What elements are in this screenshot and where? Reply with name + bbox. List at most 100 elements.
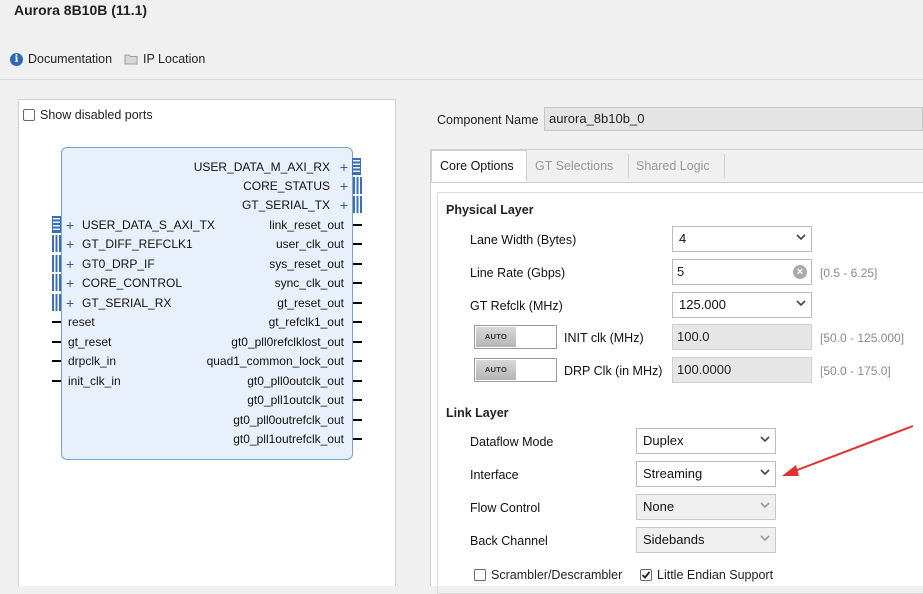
port-stub	[353, 380, 362, 382]
expand-plus-icon[interactable]: +	[66, 237, 74, 251]
bus-connector-icon	[352, 158, 361, 175]
lane-width-label: Lane Width (Bytes)	[470, 233, 577, 247]
flow-control-value: None	[643, 499, 675, 514]
port-stub	[52, 380, 61, 382]
checkbox-box[interactable]	[640, 569, 652, 581]
port-stub	[353, 399, 362, 401]
lane-width-select[interactable]: 4	[672, 226, 812, 252]
bus-connector-icon	[353, 196, 362, 213]
back-channel-value: Sidebands	[643, 532, 705, 547]
expand-plus-icon[interactable]: +	[66, 276, 74, 290]
component-name-input[interactable]: aurora_8b10b_0	[544, 107, 923, 131]
ip-location-label: IP Location	[143, 52, 206, 66]
pin-quad1-common-lock-out: quad1_common_lock_out	[206, 354, 344, 368]
pin-gt0-pll0refclklost-out: gt0_pll0refclklost_out	[231, 335, 344, 349]
pin-gt-reset-out: gt_reset_out	[277, 296, 344, 310]
pin-core-status: CORE_STATUS	[243, 179, 330, 193]
line-rate-input[interactable]: 5 ×	[672, 259, 812, 285]
pin-gt0-pll0outrefclk-out: gt0_pll0outrefclk_out	[233, 413, 344, 427]
checkmark-icon	[641, 571, 651, 579]
pin-gt0-pll1outclk-out: gt0_pll1outclk_out	[247, 393, 344, 407]
line-rate-label: Line Rate (Gbps)	[470, 266, 566, 280]
pin-reset: reset	[68, 315, 95, 329]
expand-plus-icon[interactable]: +	[66, 296, 74, 310]
back-channel-select[interactable]: Sidebands	[636, 527, 776, 553]
port-stub	[52, 360, 61, 362]
port-stub	[353, 341, 362, 343]
pin-sync-clk-out: sync_clk_out	[274, 276, 344, 290]
auto-toggle-knob: AUTO	[476, 327, 516, 347]
drp-clk-input[interactable]: 100.0000	[672, 357, 812, 383]
clear-icon[interactable]: ×	[793, 265, 807, 279]
tab-shared-logic[interactable]: Shared Logic	[628, 150, 718, 182]
port-stub	[353, 282, 362, 284]
bus-connector-icon	[52, 235, 61, 252]
port-stub	[52, 321, 61, 323]
flow-control-label: Flow Control	[470, 501, 541, 515]
show-disabled-ports-checkbox[interactable]: Show disabled ports	[23, 108, 153, 122]
drp-clk-auto-toggle[interactable]: AUTO	[474, 358, 557, 382]
tab-divider	[724, 154, 725, 178]
little-endian-checkbox[interactable]: Little Endian Support	[640, 568, 773, 582]
pin-user-data-s-axi-tx: USER_DATA_S_AXI_TX	[82, 218, 215, 232]
expand-plus-icon[interactable]: +	[340, 198, 348, 212]
bus-connector-icon	[52, 274, 61, 291]
expand-plus-icon[interactable]: +	[340, 179, 348, 193]
pin-gt-serial-tx: GT_SERIAL_TX	[241, 198, 330, 212]
tab-gt-selections[interactable]: GT Selections	[527, 150, 621, 182]
pin-gt0-pll0outclk-out: gt0_pll0outclk_out	[247, 374, 344, 388]
dataflow-mode-select[interactable]: Duplex	[636, 428, 776, 454]
documentation-button[interactable]: i Documentation	[10, 52, 112, 66]
ip-location-button[interactable]: IP Location	[124, 52, 205, 66]
expand-plus-icon[interactable]: +	[340, 160, 348, 174]
chevron-down-icon	[796, 299, 806, 307]
link-layer-title: Link Layer	[446, 406, 509, 420]
checkbox-box[interactable]	[23, 109, 35, 121]
scrambler-label: Scrambler/Descrambler	[491, 568, 623, 582]
chevron-down-icon	[796, 233, 806, 241]
init-clk-auto-toggle[interactable]: AUTO	[474, 325, 557, 349]
pin-gt-diff-refclk1: GT_DIFF_REFCLK1	[82, 237, 193, 251]
drp-clk-label: DRP Clk (in MHz)	[564, 364, 663, 378]
pin-sys-reset-out: sys_reset_out	[269, 257, 344, 271]
little-endian-label: Little Endian Support	[657, 568, 774, 582]
core-options-frame: Physical Layer Lane Width (Bytes) 4 Line…	[437, 192, 923, 594]
pin-gt0-drp-if: GT0_DRP_IF	[82, 257, 155, 271]
pin-link-reset-out: link_reset_out	[269, 218, 344, 232]
init-clk-input[interactable]: 100.0	[672, 324, 812, 350]
lane-width-value: 4	[679, 231, 687, 246]
back-channel-label: Back Channel	[470, 534, 548, 548]
gt-refclk-select[interactable]: 125.000	[672, 292, 812, 318]
interface-select[interactable]: Streaming	[636, 461, 776, 487]
show-disabled-ports-label: Show disabled ports	[40, 108, 153, 122]
bus-connector-icon	[353, 177, 362, 194]
tab-core-options[interactable]: Core Options	[431, 150, 527, 182]
toolbar-divider	[0, 79, 923, 80]
auto-toggle-knob: AUTO	[476, 360, 516, 380]
pin-user-clk-out: user_clk_out	[275, 237, 344, 251]
pin-drpclk-in: drpclk_in	[68, 354, 117, 368]
port-stub	[52, 341, 61, 343]
drp-clk-range: [50.0 - 175.0]	[820, 364, 891, 378]
port-stub	[353, 263, 362, 265]
port-stub	[353, 321, 362, 323]
expand-plus-icon[interactable]: +	[66, 257, 74, 271]
line-rate-range: [0.5 - 6.25]	[820, 266, 878, 280]
line-rate-value: 5	[677, 264, 685, 279]
ip-symbol-block: USER_DATA_M_AXI_RX CORE_STATUS GT_SERIAL…	[61, 147, 353, 460]
port-stub	[353, 243, 362, 245]
flow-control-select[interactable]: None	[636, 494, 776, 520]
interface-value: Streaming	[643, 466, 703, 481]
checkbox-box[interactable]	[474, 569, 486, 581]
chevron-down-icon	[760, 468, 770, 476]
gt-refclk-value: 125.000	[679, 297, 726, 312]
pin-user-data-m-axi-rx: USER_DATA_M_AXI_RX	[193, 160, 330, 174]
options-panel: Core Options GT Selections Shared Logic …	[430, 149, 923, 594]
documentation-label: Documentation	[28, 52, 113, 66]
interface-label: Interface	[470, 468, 519, 482]
expand-plus-icon[interactable]: +	[66, 218, 74, 232]
scrambler-checkbox[interactable]: Scrambler/Descrambler	[474, 568, 622, 582]
port-stub	[353, 302, 362, 304]
info-icon: i	[10, 52, 23, 66]
dataflow-mode-value: Duplex	[643, 433, 684, 448]
